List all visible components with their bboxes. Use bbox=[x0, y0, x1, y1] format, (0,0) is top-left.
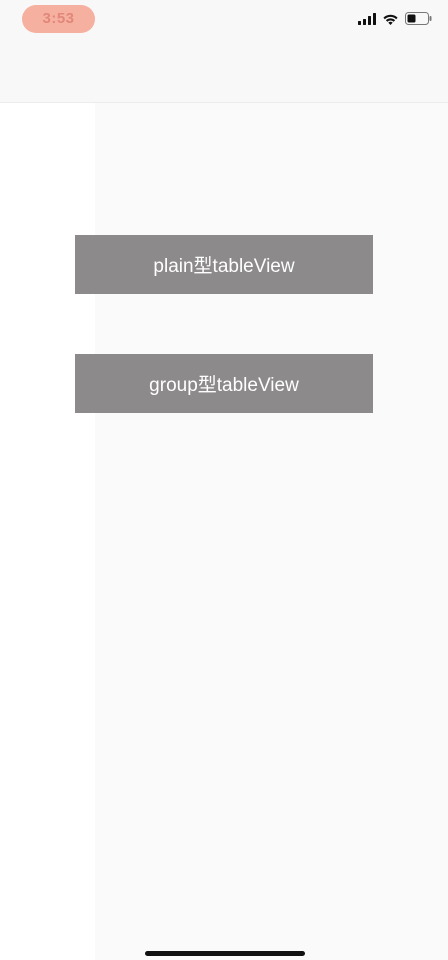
status-time: 3:53 bbox=[22, 5, 95, 33]
status-icons bbox=[358, 12, 432, 30]
plain-tableview-button[interactable]: plain型tableView bbox=[75, 235, 373, 294]
battery-icon bbox=[405, 12, 432, 30]
status-bar: 3:53 bbox=[0, 0, 448, 103]
group-tableview-button[interactable]: group型tableView bbox=[75, 354, 373, 413]
content-left-panel bbox=[0, 103, 95, 960]
content-main-panel bbox=[95, 103, 448, 960]
wifi-icon bbox=[382, 12, 399, 30]
cellular-signal-icon bbox=[358, 12, 376, 30]
home-indicator[interactable] bbox=[145, 951, 305, 956]
